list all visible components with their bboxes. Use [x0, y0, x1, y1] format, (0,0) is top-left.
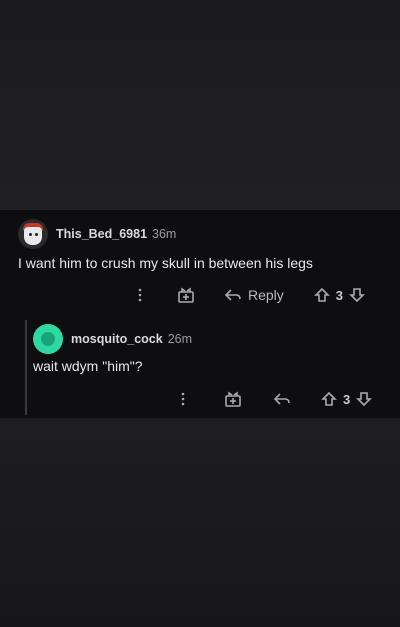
reply-avatar[interactable]	[33, 324, 63, 354]
reply-button[interactable]: Reply	[224, 287, 284, 303]
vote-score: 3	[343, 391, 351, 407]
background-blur-bottom	[0, 418, 400, 627]
comment-timestamp: 36m	[152, 227, 177, 241]
vote-score: 3	[335, 287, 344, 303]
reply-timestamp: 26m	[167, 332, 193, 346]
comment-username[interactable]: This_Bed_6981	[56, 227, 147, 241]
upvote-icon[interactable]	[313, 287, 330, 303]
reply-icon[interactable]	[273, 391, 291, 407]
comment-body: I want him to crush my skull in between …	[18, 255, 313, 271]
reply-header: mosquito_cock 26m	[33, 324, 192, 354]
reply-username[interactable]: mosquito_cock	[71, 332, 163, 346]
thread-line[interactable]	[25, 320, 27, 415]
award-icon[interactable]	[223, 390, 243, 408]
reply-icon	[224, 289, 241, 301]
more-icon[interactable]	[130, 287, 150, 303]
award-icon[interactable]	[176, 286, 196, 304]
reply-action-bar: 3	[175, 387, 390, 411]
comment-header: This_Bed_6981 36m	[18, 219, 176, 249]
avatar[interactable]	[18, 219, 48, 249]
more-icon[interactable]	[175, 391, 191, 407]
comment-action-bar: Reply 3	[130, 283, 390, 307]
reply-body: wait wdym "him"?	[33, 358, 143, 374]
upvote-icon[interactable]	[321, 391, 337, 407]
downvote-icon[interactable]	[356, 391, 373, 407]
reply-label: Reply	[248, 287, 284, 303]
downvote-icon[interactable]	[349, 287, 365, 303]
background-blur-top	[0, 0, 400, 210]
